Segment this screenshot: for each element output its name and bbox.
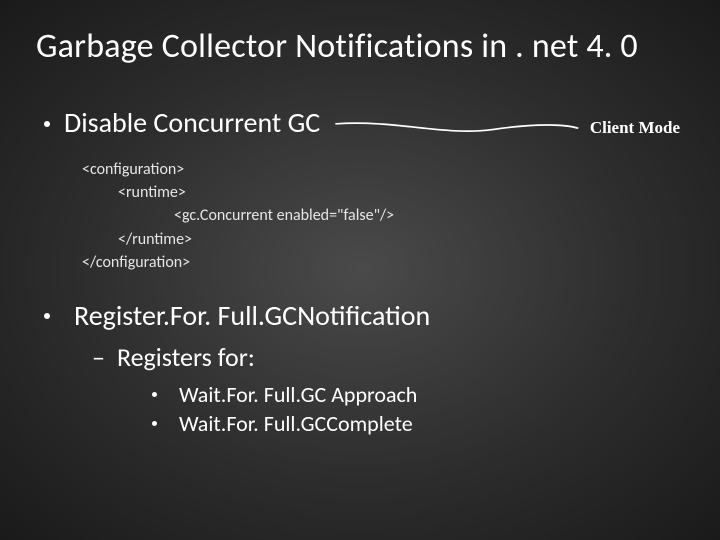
callout-connector-icon [334, 121, 580, 135]
bullet-icon [152, 392, 157, 397]
bullet-icon [152, 421, 157, 426]
callout-label: Client Mode [590, 118, 680, 138]
page-title: Garbage Collector Notifications in . net… [36, 26, 684, 67]
code-line: </runtime> [82, 228, 684, 251]
list-item-text: Wait.For. Full.GCComplete [179, 410, 413, 437]
list-item: Wait.For. Full.GCComplete [152, 410, 684, 437]
sub-bullet: – Registers for: [92, 341, 684, 373]
code-line: </configuration> [82, 253, 190, 272]
dash-icon: – [92, 344, 105, 370]
code-block: <configuration> <runtime> <gc.Concurrent… [82, 158, 684, 274]
list-item-text: Wait.For. Full.GC Approach [179, 381, 417, 408]
bullet-2: Register.For. Full.GCNotification [44, 298, 684, 333]
code-line: <runtime> [82, 181, 684, 204]
list-item: Wait.For. Full.GC Approach [152, 381, 684, 408]
sub-bullet-text: Registers for: [117, 341, 255, 373]
code-line: <gc.Concurrent enabled="false"/> [82, 204, 684, 227]
bullet-icon [44, 121, 50, 127]
bullet-1: Disable Concurrent GC [44, 105, 320, 140]
bullet-icon [44, 313, 50, 319]
bullet-1-text: Disable Concurrent GC [64, 105, 320, 140]
bullet-row-1: Disable Concurrent GC Client Mode [36, 105, 680, 150]
code-line: <configuration> [82, 160, 184, 179]
slide: Garbage Collector Notifications in . net… [0, 0, 720, 540]
bullet-2-text: Register.For. Full.GCNotification [74, 298, 430, 333]
